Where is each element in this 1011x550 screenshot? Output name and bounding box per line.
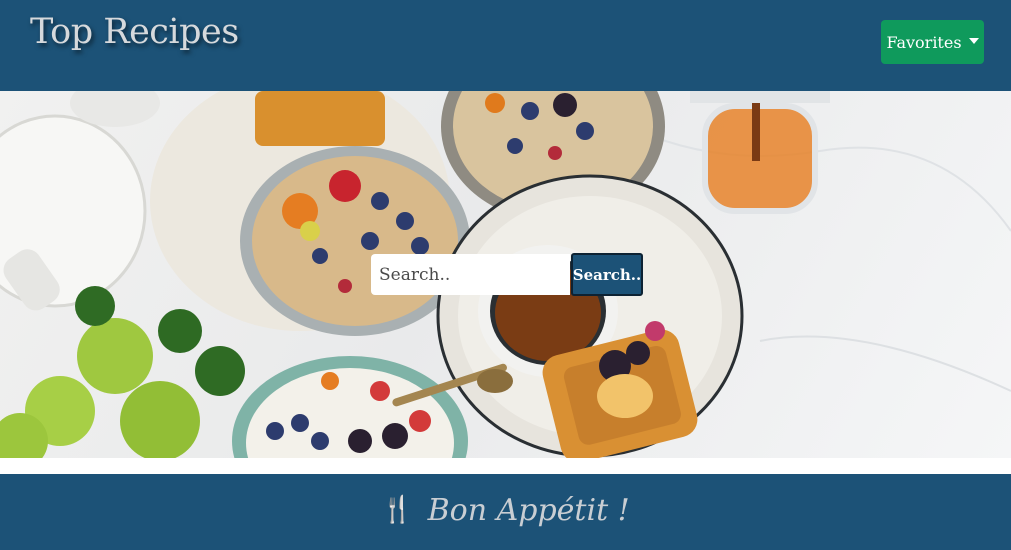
search-button[interactable]: Search.. — [571, 253, 643, 296]
caret-down-icon — [968, 38, 979, 44]
search-input[interactable] — [371, 254, 570, 295]
navbar: Top Recipes Favorites — [0, 0, 1011, 91]
hero-banner: Search.. — [0, 91, 1011, 458]
utensils-icon: 🍴 — [381, 495, 414, 525]
brand-title[interactable]: Top Recipes — [30, 12, 239, 52]
footer-text: Bon Appétit ! — [427, 492, 630, 528]
footer-message: 🍴 Bon Appétit ! — [381, 493, 629, 528]
favorites-label: Favorites — [886, 32, 962, 52]
favorites-dropdown-button[interactable]: Favorites — [881, 20, 984, 64]
footer: 🍴 Bon Appétit ! — [0, 474, 1011, 550]
